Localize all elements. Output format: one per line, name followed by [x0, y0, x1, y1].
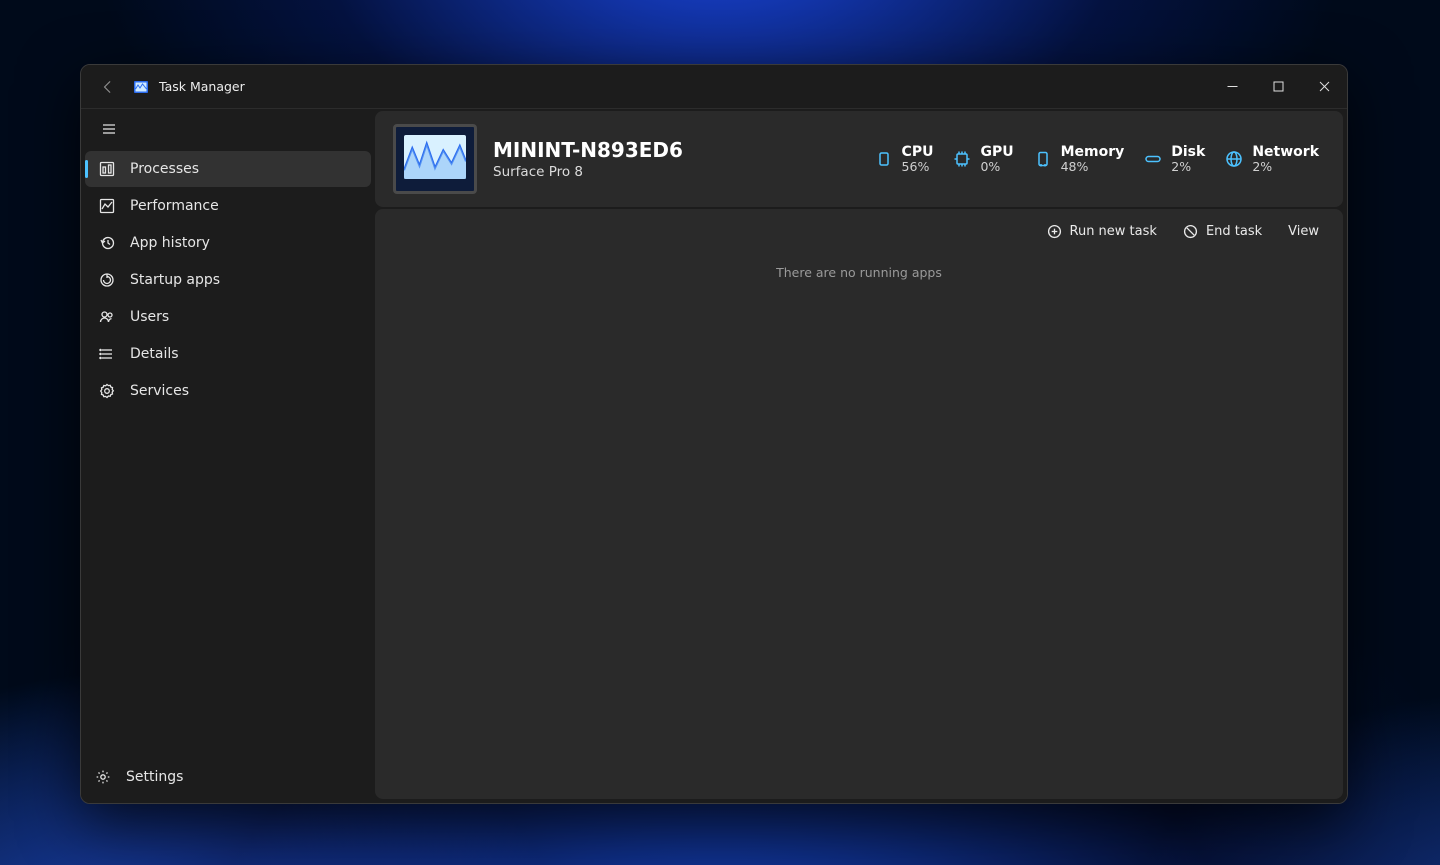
- stat-network[interactable]: Network 2%: [1225, 144, 1319, 174]
- stat-cpu[interactable]: CPU 56%: [875, 144, 934, 174]
- stat-label: CPU: [902, 144, 934, 160]
- stop-circle-icon: [1183, 224, 1198, 239]
- end-task-button[interactable]: End task: [1179, 220, 1266, 243]
- stat-label: GPU: [980, 144, 1013, 160]
- sidebar-item-label: Users: [130, 309, 169, 325]
- stat-memory[interactable]: Memory 48%: [1034, 144, 1125, 174]
- host-name: MININT-N893ED6: [493, 138, 683, 162]
- header-card: MININT-N893ED6 Surface Pro 8 CPU 56%: [375, 111, 1343, 207]
- sidebar-item-settings[interactable]: Settings: [81, 759, 375, 795]
- performance-thumbnail-icon: [393, 124, 477, 194]
- hamburger-button[interactable]: [89, 111, 129, 147]
- stats-row: CPU 56% GPU 0%: [875, 144, 1325, 174]
- details-icon: [99, 346, 115, 362]
- startup-apps-icon: [99, 272, 115, 288]
- sidebar-item-services[interactable]: Services: [85, 373, 371, 409]
- stat-value: 56%: [902, 160, 934, 174]
- task-manager-window: Task Manager Processes: [80, 64, 1348, 804]
- sidebar-item-details[interactable]: Details: [85, 336, 371, 372]
- button-label: View: [1288, 224, 1319, 239]
- sidebar-item-label: Startup apps: [130, 272, 220, 288]
- sidebar-item-label: Services: [130, 383, 189, 399]
- empty-state-text: There are no running apps: [776, 265, 942, 280]
- sidebar-item-performance[interactable]: Performance: [85, 188, 371, 224]
- window-title: Task Manager: [159, 79, 245, 94]
- device-model: Surface Pro 8: [493, 164, 683, 180]
- performance-icon: [99, 198, 115, 214]
- stat-value: 2%: [1252, 160, 1319, 174]
- stat-gpu[interactable]: GPU 0%: [953, 144, 1013, 174]
- sidebar-item-label: Settings: [126, 769, 183, 785]
- services-icon: [99, 383, 115, 399]
- toolbar: Run new task End task View: [375, 209, 1343, 253]
- sidebar-item-processes[interactable]: Processes: [85, 151, 371, 187]
- gpu-icon: [953, 150, 971, 168]
- stat-label: Disk: [1171, 144, 1205, 160]
- sidebar-item-label: Performance: [130, 198, 219, 214]
- back-button[interactable]: [95, 74, 121, 100]
- sidebar-item-label: Details: [130, 346, 179, 362]
- sidebar-item-label: App history: [130, 235, 210, 251]
- stat-disk[interactable]: Disk 2%: [1144, 144, 1205, 174]
- stat-label: Network: [1252, 144, 1319, 160]
- run-new-task-button[interactable]: Run new task: [1043, 220, 1161, 243]
- sidebar-item-users[interactable]: Users: [85, 299, 371, 335]
- app-history-icon: [99, 235, 115, 251]
- network-icon: [1225, 150, 1243, 168]
- stat-label: Memory: [1061, 144, 1125, 160]
- processes-icon: [99, 161, 115, 177]
- settings-icon: [95, 769, 111, 785]
- button-label: Run new task: [1070, 224, 1157, 239]
- sidebar: Processes Performance App history: [81, 109, 375, 803]
- plus-circle-icon: [1047, 224, 1062, 239]
- disk-icon: [1144, 150, 1162, 168]
- view-button[interactable]: View: [1284, 220, 1323, 243]
- memory-icon: [1034, 150, 1052, 168]
- minimize-button[interactable]: [1209, 65, 1255, 108]
- sidebar-item-label: Processes: [130, 161, 199, 177]
- app-icon: [133, 79, 149, 95]
- stat-value: 2%: [1171, 160, 1205, 174]
- sidebar-item-startup-apps[interactable]: Startup apps: [85, 262, 371, 298]
- sidebar-item-app-history[interactable]: App history: [85, 225, 371, 261]
- stat-value: 0%: [980, 160, 1013, 174]
- stat-value: 48%: [1061, 160, 1125, 174]
- process-list: There are no running apps: [375, 253, 1343, 799]
- titlebar[interactable]: Task Manager: [81, 65, 1347, 109]
- users-icon: [99, 309, 115, 325]
- close-button[interactable]: [1301, 65, 1347, 108]
- button-label: End task: [1206, 224, 1262, 239]
- cpu-icon: [875, 150, 893, 168]
- maximize-button[interactable]: [1255, 65, 1301, 108]
